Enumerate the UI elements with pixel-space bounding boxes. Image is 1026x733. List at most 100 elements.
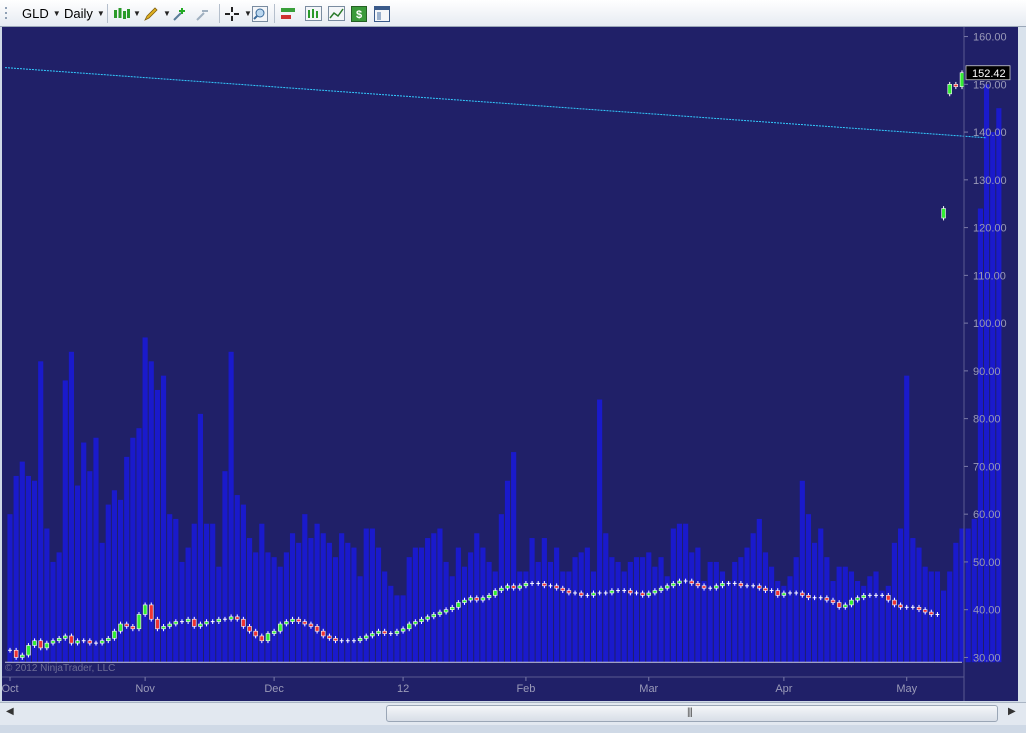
volume-bar	[412, 547, 418, 663]
volume-bar	[265, 552, 271, 663]
volume-bar	[203, 523, 210, 663]
candle-down	[302, 621, 308, 625]
volume-bar	[609, 557, 615, 663]
volume-bar	[19, 461, 25, 663]
price-chart[interactable]: 30.00 40.00 50.00 60.00 70.00 80.00 90.00 100.0…	[2, 27, 1018, 701]
strategies-button[interactable]	[328, 3, 345, 24]
candle-down	[192, 618, 197, 627]
volume-bar	[314, 523, 320, 663]
volume-bar	[87, 471, 93, 663]
volume-bar	[658, 557, 664, 663]
volume-bar	[363, 528, 369, 663]
instrument-overlay-button[interactable]	[280, 3, 296, 24]
order-button[interactable]: $	[351, 3, 367, 24]
candle-up	[407, 623, 412, 630]
scroll-right-icon[interactable]: ▶	[1008, 706, 1016, 717]
candle-down	[640, 592, 645, 596]
volume-bar	[898, 528, 904, 663]
chevron-down-icon: ▼	[52, 9, 61, 18]
volume-bar	[332, 557, 339, 663]
candle-up	[720, 583, 725, 587]
chart-panel[interactable]: 30.00 40.00 50.00 60.00 70.00 80.00 90.00 100.0…	[2, 27, 1018, 701]
candle-up	[376, 630, 381, 634]
properties-button[interactable]	[374, 3, 390, 24]
volume-bar	[621, 571, 627, 663]
volume-bar	[695, 547, 701, 663]
volume-bar	[633, 557, 640, 663]
candle-up	[112, 630, 117, 639]
candle-down	[738, 583, 744, 587]
zoom-out-button[interactable]	[195, 3, 211, 24]
instrument-selector[interactable]: GLD ▼	[22, 3, 61, 24]
volume-bar	[56, 552, 62, 663]
candle-up	[861, 595, 866, 599]
volume-bar	[615, 561, 621, 663]
volume-bar	[910, 538, 916, 663]
volume-bar	[431, 533, 437, 663]
price-tick-label: 100.00	[973, 318, 1007, 330]
price-tick-label: 60.00	[973, 509, 1001, 521]
zoom-in-button[interactable]	[172, 3, 188, 24]
candle-up	[517, 585, 522, 589]
volume-bar	[511, 452, 517, 663]
scrollbar-thumb[interactable]: |||	[386, 705, 998, 722]
candle-up	[394, 630, 400, 634]
candle-up	[419, 618, 424, 622]
chart-toolbar: GLD ▼ Daily ▼ ▼ ▼ ▼ $	[0, 0, 1026, 27]
volume-bar	[62, 380, 68, 663]
volume-bar	[124, 456, 130, 663]
candle-up	[106, 638, 111, 642]
volume-bar	[529, 538, 535, 663]
volume-bar	[904, 375, 910, 663]
candle-up	[228, 616, 234, 620]
time-tick-label: 12	[397, 683, 409, 695]
volume-bar	[713, 561, 719, 663]
volume-bar	[541, 538, 547, 663]
scroll-left-icon[interactable]: ◀	[6, 706, 14, 717]
candle-up	[499, 587, 504, 591]
crosshair-icon	[224, 6, 240, 22]
crosshair-button[interactable]: ▼	[224, 3, 252, 24]
volume-bar	[683, 523, 689, 663]
candle-up	[99, 640, 105, 644]
volume-bar	[996, 108, 1002, 663]
volume-bar	[246, 538, 253, 663]
candle-up	[437, 611, 443, 615]
volume-bar	[418, 547, 425, 663]
data-box-button[interactable]	[252, 3, 268, 24]
candle-up	[781, 592, 787, 596]
volume-bar	[179, 561, 185, 663]
indicators-button[interactable]	[305, 3, 322, 24]
volume-bar	[13, 475, 19, 663]
candle-down	[474, 597, 479, 601]
candle-up	[480, 597, 486, 601]
volume-bar	[652, 566, 658, 663]
volume-bar	[726, 581, 732, 663]
candle-up	[278, 623, 283, 632]
volume-bar	[234, 495, 240, 663]
volume-bar	[271, 557, 277, 663]
volume-bar	[449, 576, 455, 663]
volume-bar	[277, 566, 283, 663]
candle-up	[136, 614, 142, 630]
volume-bar	[296, 542, 302, 663]
volume-bar	[566, 571, 572, 663]
candle-up	[75, 640, 80, 644]
period-selector[interactable]: Daily ▼	[64, 3, 105, 24]
time-tick-label: Nov	[135, 683, 155, 695]
drawing-tools-button[interactable]: ▼	[143, 3, 171, 24]
candle-up	[425, 616, 430, 620]
volume-bar	[867, 576, 873, 663]
volume-bar	[320, 533, 326, 663]
horizontal-scrollbar[interactable]: ◀ ||| ▶	[0, 702, 1026, 725]
candle-down	[689, 580, 694, 584]
candle-down	[296, 618, 301, 622]
candle-up	[44, 642, 50, 649]
volume-bar	[916, 547, 922, 663]
chart-style-button[interactable]: ▼	[113, 3, 141, 24]
time-tick-label: Apr	[775, 683, 792, 695]
volume-bar	[68, 351, 74, 663]
volume-bar	[253, 552, 259, 663]
chevron-down-icon: ▼	[163, 9, 171, 18]
candle-down	[124, 623, 129, 627]
